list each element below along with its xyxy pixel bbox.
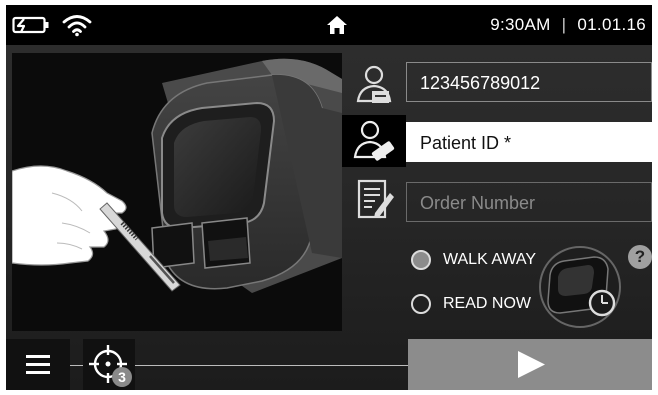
operator-id-field[interactable]: 123456789012 — [406, 62, 652, 102]
operator-id-icon-cell — [342, 61, 406, 113]
battery-charging-icon — [12, 16, 49, 34]
time-text: 9:30AM — [490, 15, 551, 34]
queue-count-badge: 3 — [112, 367, 132, 387]
patient-id-field[interactable]: Patient ID * — [406, 122, 652, 162]
patient-id-icon-cell — [342, 115, 406, 167]
walk-away-radio[interactable] — [411, 250, 431, 270]
order-number-placeholder: Order Number — [420, 193, 536, 213]
time-date-separator: | — [561, 15, 567, 34]
start-test-button[interactable] — [408, 339, 652, 390]
read-now-radio[interactable] — [411, 294, 431, 314]
home-icon[interactable] — [326, 15, 348, 35]
operator-id-icon — [356, 65, 392, 103]
status-bar: 9:30AM | 01.01.16 — [6, 5, 652, 45]
patient-id-placeholder: Patient ID * — [420, 133, 512, 153]
date-text: 01.01.16 — [577, 15, 646, 34]
app-screen: 9:30AM | 01.01.16 123456789012 Patient I… — [6, 5, 652, 390]
patient-id-icon — [353, 120, 395, 161]
operator-id-value: 123456789012 — [420, 73, 541, 93]
read-now-label[interactable]: READ NOW — [443, 294, 531, 314]
play-icon — [518, 351, 545, 378]
wifi-icon[interactable] — [62, 13, 92, 37]
order-number-field[interactable]: Order Number — [406, 182, 652, 222]
menu-button[interactable] — [6, 339, 70, 390]
insert-test-strip-illustration — [12, 53, 342, 331]
walk-away-label[interactable]: WALK AWAY — [443, 250, 536, 270]
order-number-icon-cell — [342, 175, 406, 227]
device-timer-icon — [539, 246, 621, 328]
help-button[interactable]: ? — [628, 245, 652, 269]
order-number-icon — [357, 179, 394, 219]
date-time-display: 9:30AM | 01.01.16 — [490, 5, 646, 45]
device-illustration — [12, 58, 342, 293]
hamburger-menu-icon — [26, 355, 50, 374]
